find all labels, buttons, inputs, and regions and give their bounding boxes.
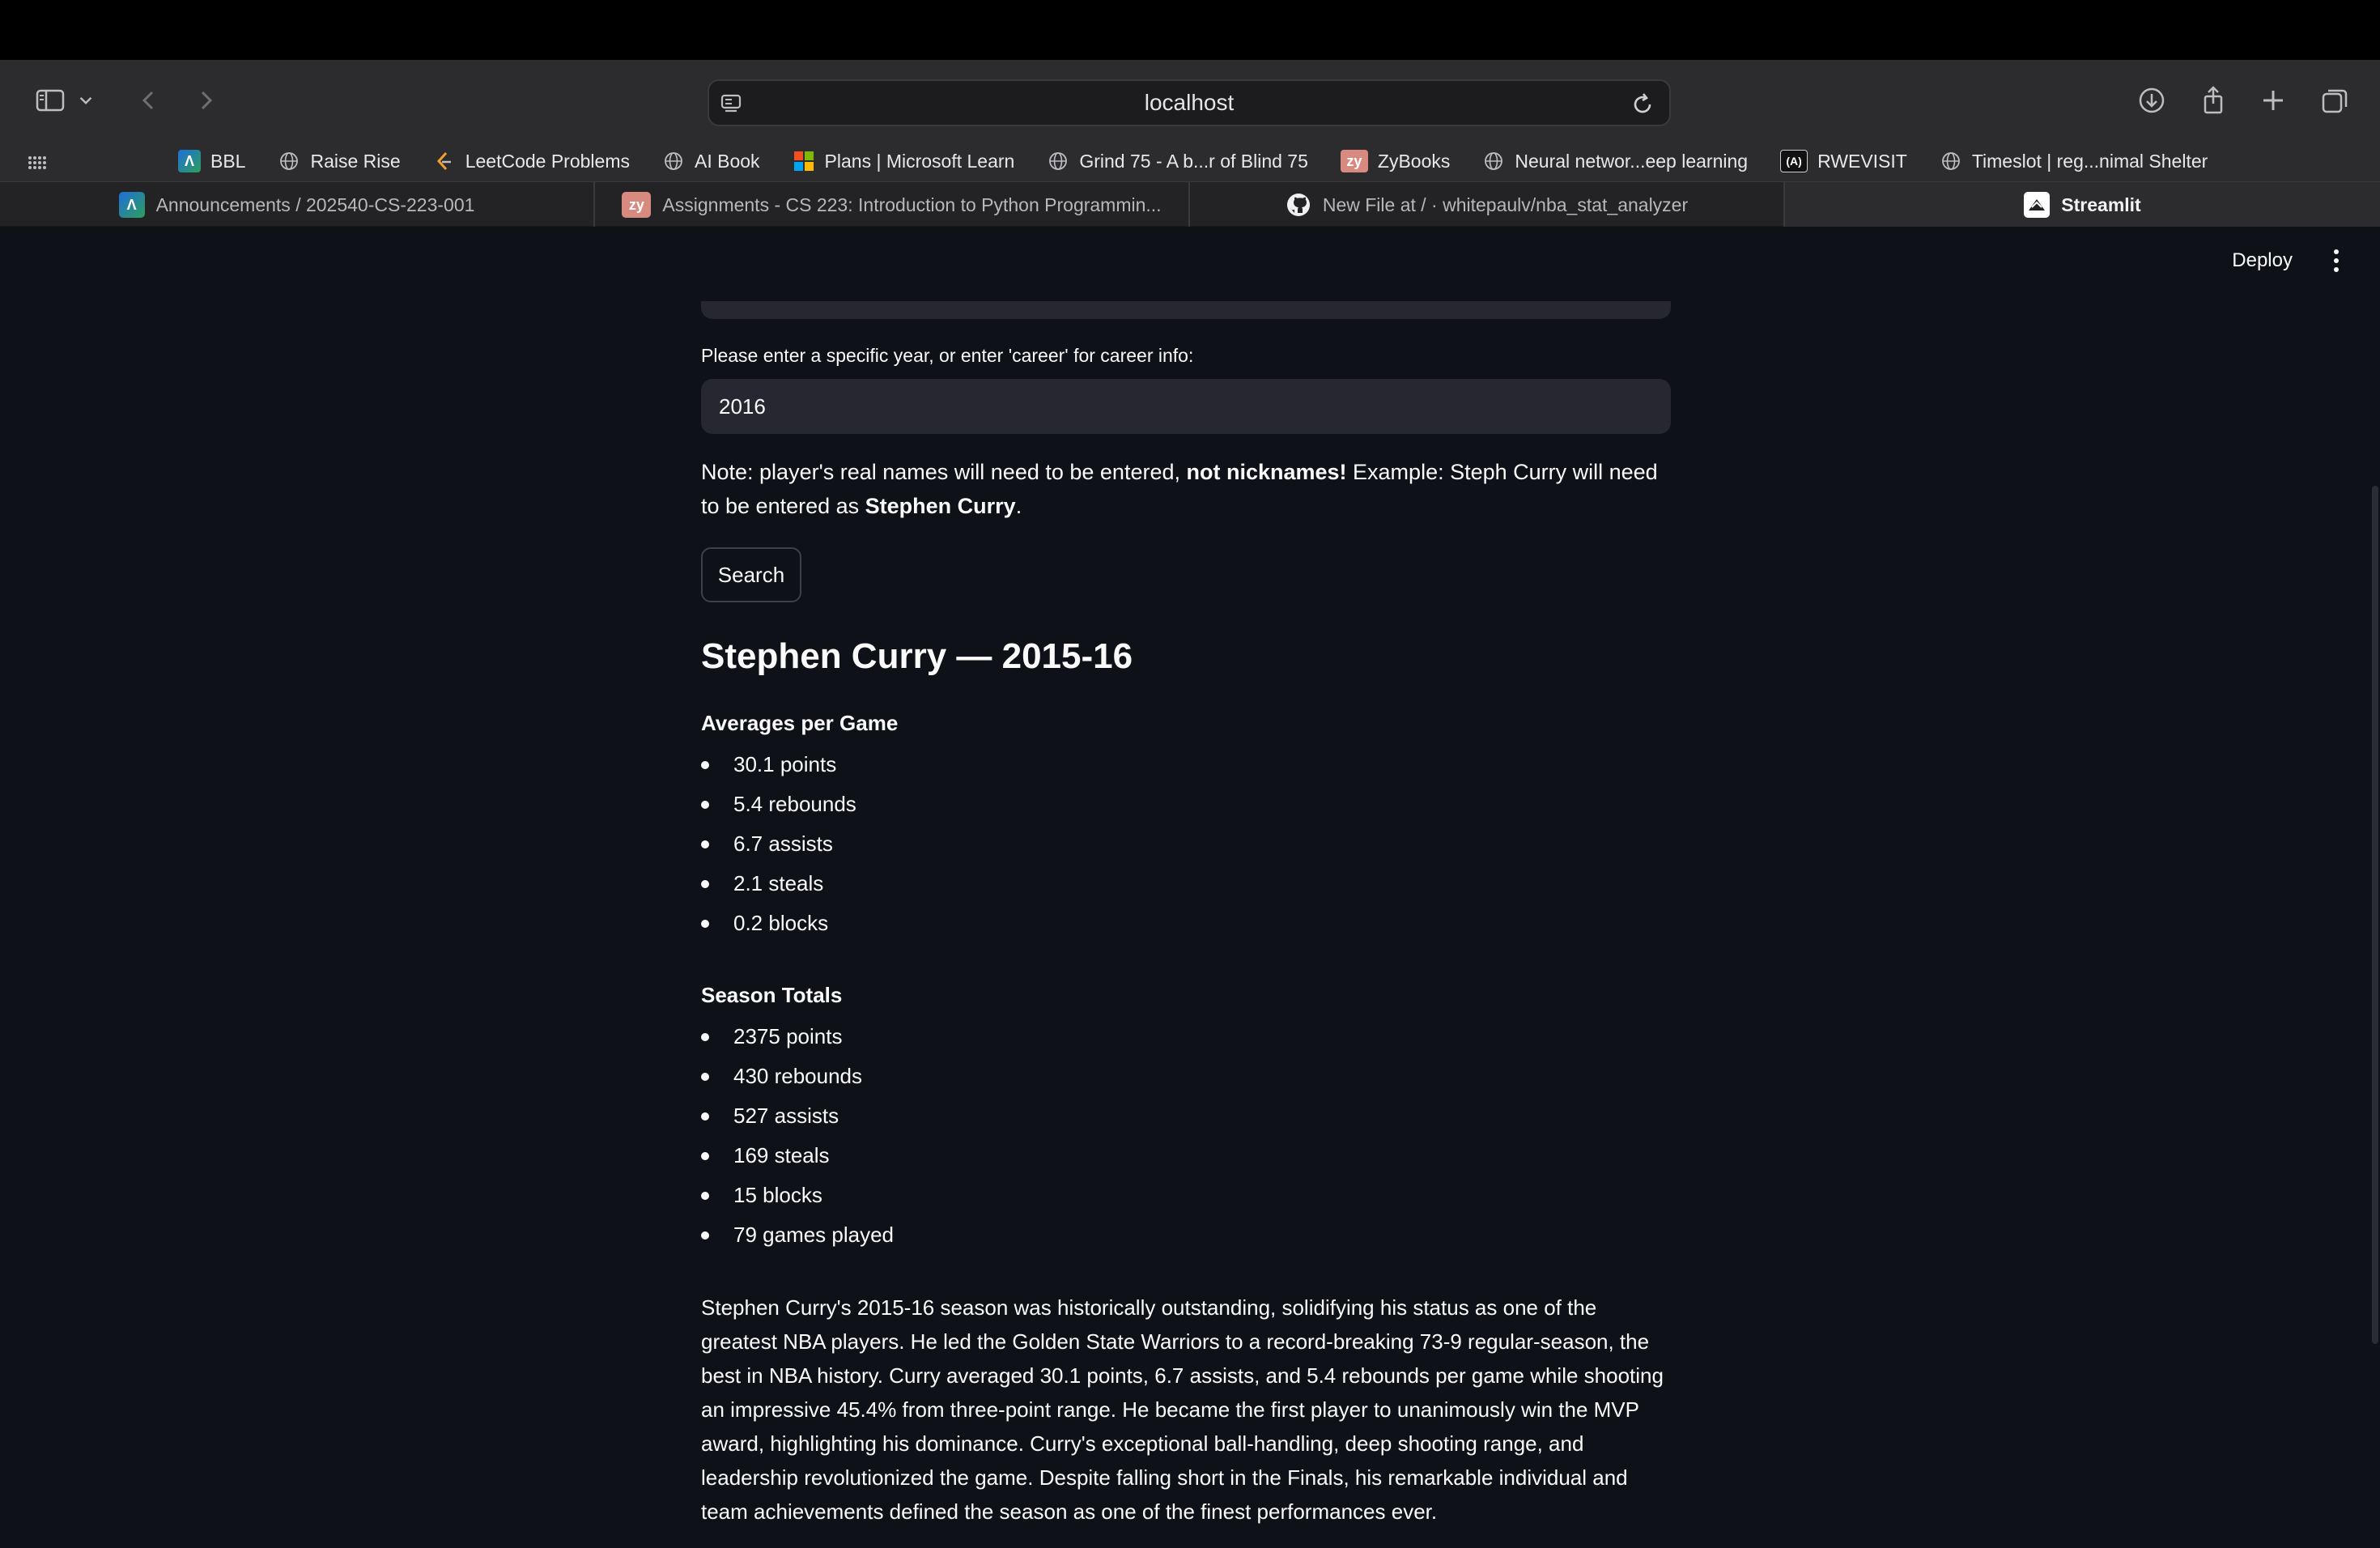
share-icon[interactable] (2192, 79, 2234, 121)
bookmark-label: ZyBooks (1377, 150, 1451, 172)
reload-icon[interactable] (1629, 91, 1656, 118)
github-icon (1286, 192, 1311, 218)
list-item: 527 assists (701, 1096, 894, 1136)
bookmarks-bar: Λ BBL Raise Rise LeetCode Problems AI Bo… (0, 141, 2380, 181)
canvas-icon: Λ (178, 150, 201, 172)
tab-label: Streamlit (2061, 194, 2141, 215)
bookmark-leetcode[interactable]: LeetCode Problems (433, 150, 630, 172)
list-item: 15 blocks (701, 1176, 894, 1215)
list-item: 169 steals (701, 1136, 894, 1176)
bookmark-label: Neural networ...eep learning (1515, 150, 1749, 172)
tab-label: Announcements / 202540-CS-223-001 (155, 194, 475, 215)
player-season-heading: Stephen Curry — 2015-16 (701, 636, 1133, 676)
downloads-icon[interactable] (2131, 79, 2173, 121)
sidebar-toggle-icon[interactable] (29, 79, 71, 121)
scrollbar-thumb[interactable] (2372, 486, 2378, 1344)
year-input[interactable]: 2016 (701, 379, 1671, 434)
list-item: 0.2 blocks (701, 904, 856, 943)
forward-arrow-icon[interactable] (185, 79, 227, 121)
note-text-part: Note: player's real names will need to b… (701, 460, 1187, 484)
bookmark-label: Raise Rise (310, 150, 401, 172)
list-item: 5.4 rebounds (701, 785, 856, 824)
year-input-label: Please enter a specific year, or enter '… (701, 345, 1194, 366)
bookmark-label: LeetCode Problems (465, 150, 630, 172)
bookmark-label: RWEVISIT (1817, 150, 1907, 172)
globe-icon (1047, 150, 1069, 172)
bookmark-label: BBL (210, 150, 246, 172)
bookmark-label: Grind 75 - A b...r of Blind 75 (1079, 150, 1308, 172)
zybooks-icon: zy (622, 192, 652, 218)
averages-heading: Averages per Game (701, 711, 899, 735)
browser-toolbar: localhost (0, 60, 2380, 141)
deploy-button[interactable]: Deploy (2232, 249, 2293, 272)
bookmark-neural-networks[interactable]: Neural networ...eep learning (1482, 150, 1748, 172)
totals-heading: Season Totals (701, 983, 843, 1007)
bookmark-ai-book[interactable]: AI Book (662, 150, 760, 172)
tab-overview-icon[interactable] (2314, 79, 2356, 121)
streamlit-icon (2024, 192, 2051, 218)
globe-icon (662, 150, 685, 172)
bookmark-rwevisit[interactable]: (A) RWEVISIT (1780, 150, 1907, 172)
menu-bar (0, 0, 2380, 60)
search-button[interactable]: Search (701, 547, 801, 602)
tab-bar: Λ Announcements / 202540-CS-223-001 zy A… (0, 181, 2380, 228)
new-tab-icon[interactable] (2252, 79, 2294, 121)
microsoft-icon (793, 150, 815, 172)
rwe-icon: (A) (1780, 150, 1808, 172)
tab-github[interactable]: New File at / · whitepaulv/nba_stat_anal… (1190, 182, 1785, 228)
globe-icon (278, 150, 300, 172)
bookmark-zybooks[interactable]: zy ZyBooks (1340, 150, 1451, 172)
canvas-icon: Λ (118, 192, 145, 218)
note-emphasis: Stephen Curry (865, 494, 1016, 518)
page-settings-icon[interactable] (719, 91, 743, 116)
totals-list: 2375 points 430 rebounds 527 assists 169… (701, 1017, 894, 1255)
globe-icon (1482, 150, 1505, 172)
list-item: 79 games played (701, 1215, 894, 1255)
list-item: 2.1 steals (701, 864, 856, 904)
note-emphasis: not nicknames! (1186, 460, 1347, 484)
address-bar[interactable]: localhost (708, 79, 1671, 126)
note-text: Note: player's real names will need to b… (701, 455, 1671, 523)
list-item: 6.7 assists (701, 824, 856, 864)
bookmark-microsoft-learn[interactable]: Plans | Microsoft Learn (793, 150, 1015, 172)
bookmark-grind-75[interactable]: Grind 75 - A b...r of Blind 75 (1047, 150, 1308, 172)
bookmark-timeslot[interactable]: Timeslot | reg...nimal Shelter (1940, 150, 2208, 172)
apps-grid-icon[interactable] (26, 151, 49, 173)
player-name-input[interactable] (701, 227, 1671, 319)
tab-label: New File at / · whitepaulv/nba_stat_anal… (1322, 194, 1689, 215)
bookmark-raise-rise[interactable]: Raise Rise (278, 150, 401, 172)
tab-label: Assignments - CS 223: Introduction to Py… (662, 194, 1162, 215)
season-summary: Stephen Curry's 2015-16 season was histo… (701, 1295, 1664, 1524)
streamlit-page: Deploy Please enter a specific year, or … (0, 227, 2380, 1548)
main-menu-icon[interactable] (2331, 248, 2341, 274)
bookmark-label: Plans | Microsoft Learn (824, 150, 1015, 172)
tab-announcements[interactable]: Λ Announcements / 202540-CS-223-001 (0, 182, 595, 228)
bookmark-label: AI Book (695, 150, 760, 172)
list-item: 2375 points (701, 1017, 894, 1057)
list-item: 430 rebounds (701, 1057, 894, 1096)
globe-icon (1940, 150, 1962, 172)
chevron-down-icon[interactable] (73, 79, 99, 121)
bookmark-label: Timeslot | reg...nimal Shelter (1971, 150, 2208, 172)
note-text-part: . (1015, 494, 1022, 518)
zybooks-icon: zy (1340, 150, 1368, 172)
bookmark-bbl[interactable]: Λ BBL (178, 150, 245, 172)
tab-streamlit[interactable]: Streamlit (1785, 182, 2380, 228)
averages-list: 30.1 points 5.4 rebounds 6.7 assists 2.1… (701, 745, 856, 943)
url-text: localhost (1144, 90, 1235, 115)
list-item: 30.1 points (701, 745, 856, 785)
back-arrow-icon[interactable] (128, 79, 170, 121)
leetcode-icon (433, 150, 456, 172)
tab-assignments[interactable]: zy Assignments - CS 223: Introduction to… (595, 182, 1190, 228)
